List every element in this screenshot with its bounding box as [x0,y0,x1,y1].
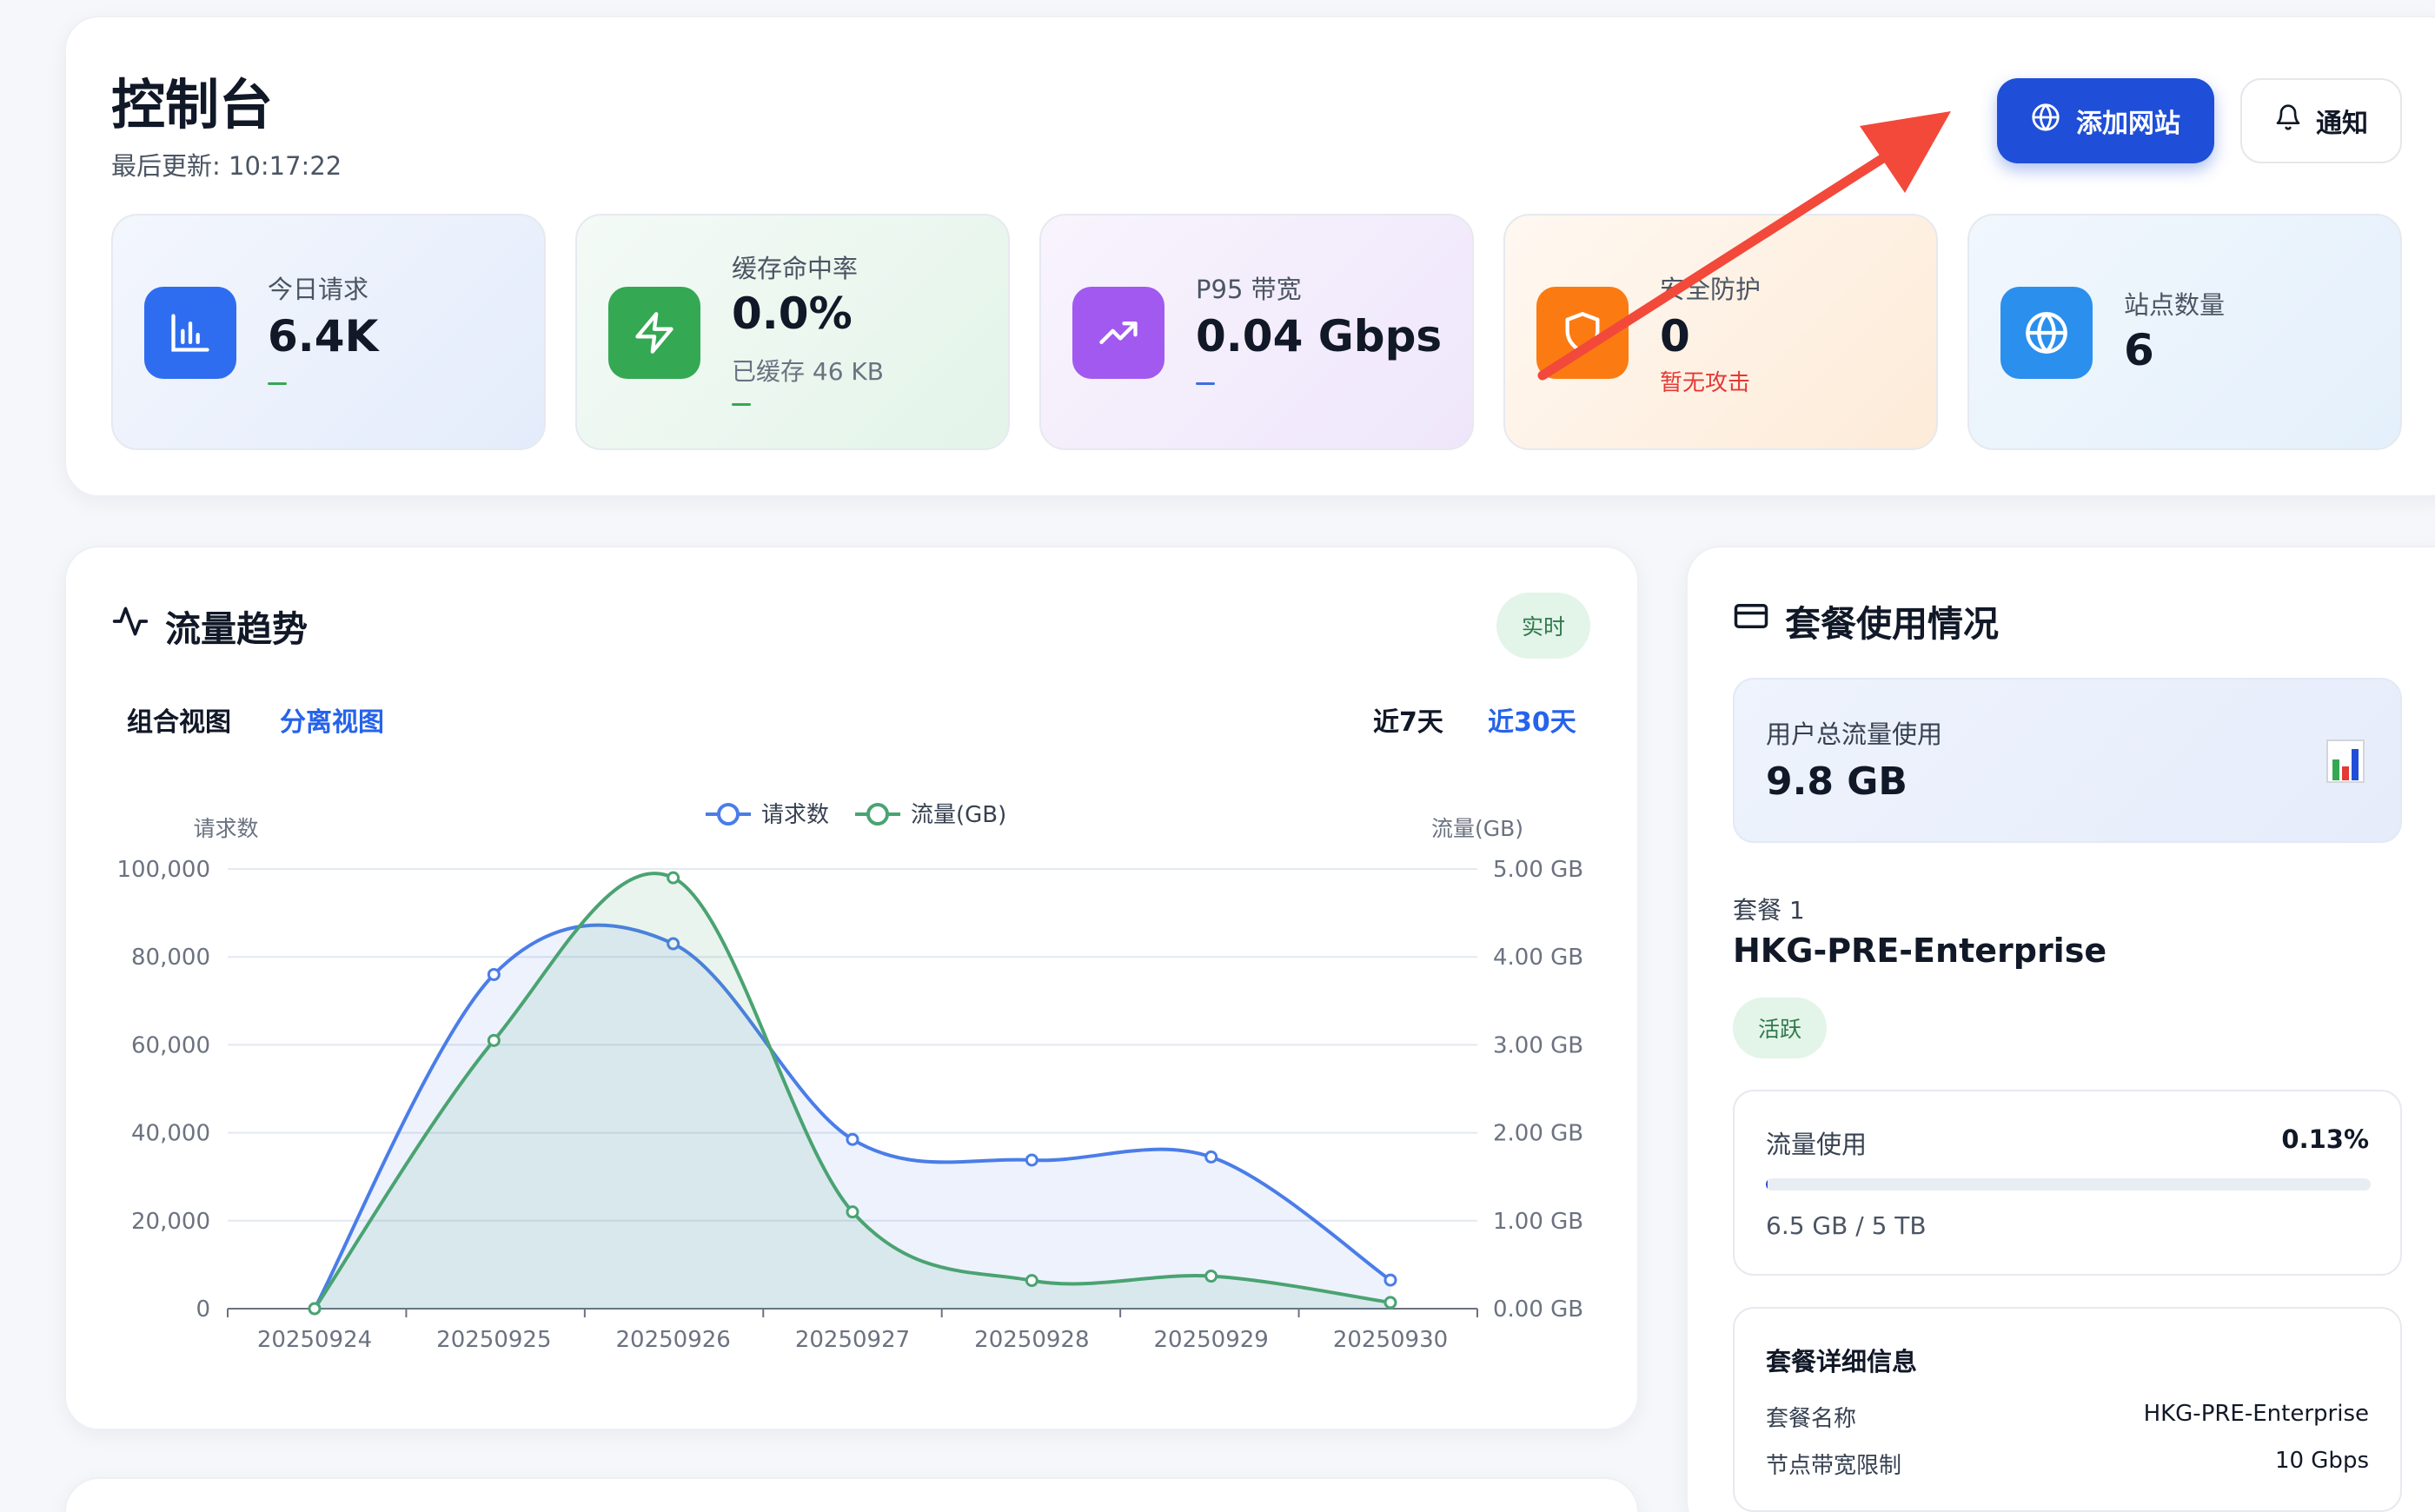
data-point [308,1302,322,1316]
usage-progress-bar [1766,1178,2371,1190]
data-point [667,871,680,885]
plan-title: 套餐使用情况 [1733,594,1999,647]
total-usage-label: 用户总流量使用 [1766,720,1943,749]
credit-card-icon [1733,598,1769,643]
data-point [846,1132,859,1146]
detail-row: 节点带宽限制 10 Gbps [1766,1448,2369,1480]
x-tick-label: 20250930 [1333,1327,1448,1353]
traffic-usage-panel: 流量使用 0.13% 6.5 GB / 5 TB [1733,1090,2402,1276]
y-tick-label-right: 4.00 GB [1493,945,1583,971]
plan-index: 套餐 1 [1733,896,1805,925]
total-usage-panel: 用户总流量使用 9.8 GB [1733,678,2402,843]
data-point [1383,1273,1397,1287]
next-section-card [64,1477,1639,1512]
data-point [487,1033,501,1047]
bar-chart-emoji-icon [2326,739,2365,787]
data-point [846,1205,859,1219]
y-tick-label-left: 100,000 [116,857,210,883]
y-tick-label-right: 1.00 GB [1493,1209,1583,1235]
y-tick-label-left: 60,000 [131,1032,210,1058]
data-point [1025,1153,1038,1167]
legend-swatch-marker [717,803,740,826]
plan-status-badge: 活跃 [1733,998,1827,1058]
legend-label: 请求数 [761,802,829,828]
y-tick-label-left: 80,000 [131,945,210,971]
usage-detail: 6.5 GB / 5 TB [1766,1211,1927,1240]
plan-details-title: 套餐详细信息 [1766,1347,1918,1376]
detail-key: 节点带宽限制 [1766,1453,1902,1479]
y-tick-label-right: 5.00 GB [1493,857,1583,883]
legend-item: 请求数 [706,802,829,828]
y-tick-label-left: 40,000 [131,1121,210,1147]
plan-details-panel: 套餐详细信息 套餐名称 HKG-PRE-Enterprise 节点带宽限制 10… [1733,1307,2402,1512]
detail-value: HKG-PRE-Enterprise [2143,1401,2369,1427]
y-axis-title-right: 流量(GB) [1431,816,1523,841]
data-point [1204,1150,1218,1164]
y-tick-label-right: 0.00 GB [1493,1296,1583,1323]
x-tick-label: 20250929 [1153,1327,1268,1353]
x-tick-label: 20250924 [257,1327,372,1353]
y-axis-title-left: 请求数 [193,816,258,841]
detail-key: 套餐名称 [1766,1406,1857,1432]
data-point [1383,1296,1397,1310]
usage-percent: 0.13% [2281,1124,2369,1154]
y-tick-label-right: 3.00 GB [1493,1032,1583,1058]
detail-value: 10 Gbps [2274,1448,2369,1474]
x-tick-label: 20250926 [615,1327,730,1353]
usage-progress-fill [1766,1178,1768,1190]
usage-label: 流量使用 [1766,1130,1868,1159]
plan-name: HKG-PRE-Enterprise [1733,932,2107,970]
data-point [1025,1274,1038,1288]
detail-row: 套餐名称 HKG-PRE-Enterprise [1766,1401,2369,1433]
y-tick-label-left: 0 [196,1296,210,1323]
y-tick-label-right: 2.00 GB [1493,1121,1583,1147]
legend-swatch-marker [866,803,889,826]
data-point [487,967,501,981]
plan-title-text: 套餐使用情况 [1785,603,1999,645]
legend-label: 流量(GB) [911,802,1006,828]
legend-item: 流量(GB) [855,802,1006,828]
total-usage-value: 9.8 GB [1766,759,1908,804]
y-tick-label-left: 20,000 [131,1209,210,1235]
x-tick-label: 20250928 [974,1327,1089,1353]
x-tick-label: 20250925 [436,1327,551,1353]
x-tick-label: 20250927 [795,1327,910,1353]
data-point [1204,1270,1218,1283]
